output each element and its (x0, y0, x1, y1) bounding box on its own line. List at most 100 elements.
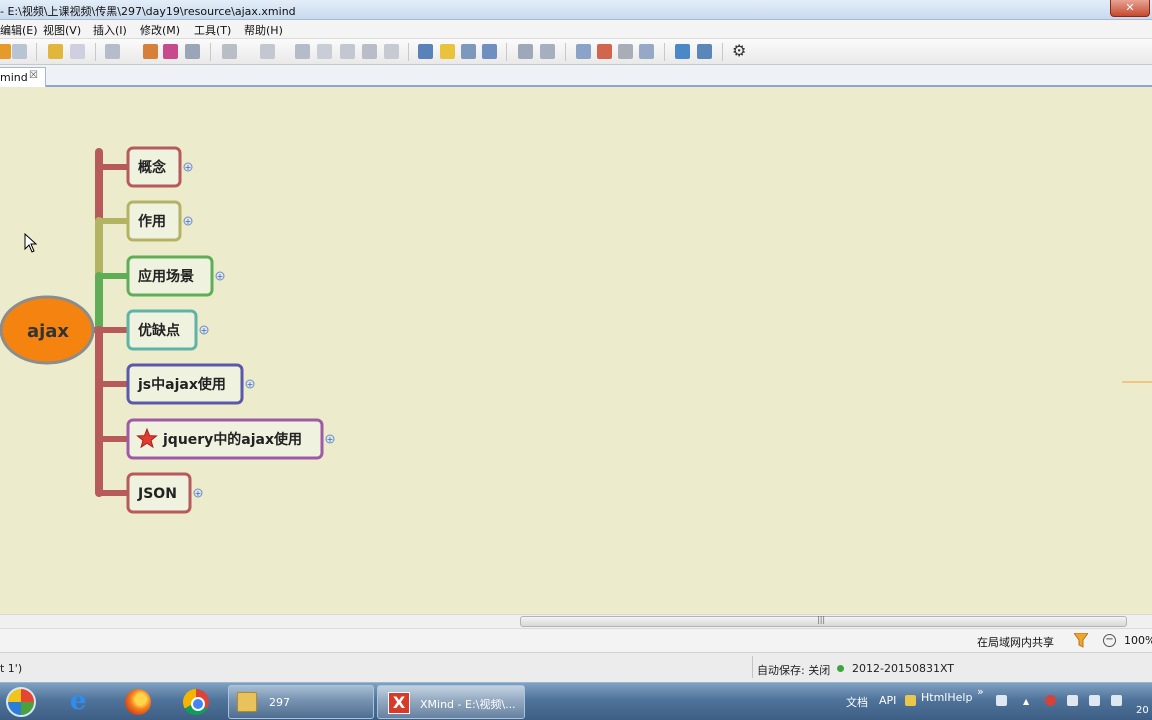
topic-label: 优缺点 (138, 322, 180, 339)
autosave-status[interactable]: 自动保存: 关闭 (757, 662, 830, 678)
topic-icon[interactable] (105, 44, 120, 59)
horizontal-scrollbar[interactable]: ||| (0, 614, 1152, 628)
clock-icon[interactable] (618, 44, 633, 59)
outline-icon[interactable] (461, 44, 476, 59)
tab-label: mind (0, 71, 28, 84)
link-icon[interactable] (295, 44, 310, 59)
title-bar: - E:\视频\上课视频\传黑\297\day19\resource\ajax.… (0, 0, 1152, 20)
filter-tool-icon[interactable] (518, 44, 533, 59)
menu-bar: 编辑(E) 视图(V) 插入(I) 修改(M) 工具(T) 帮助(H) (0, 20, 1152, 39)
tray-show-hidden[interactable]: ▲ (1023, 697, 1029, 706)
taskbar-folder-297[interactable]: 297 (228, 685, 374, 719)
htmlhelp-icon (905, 695, 916, 706)
redo-icon[interactable] (70, 44, 85, 59)
filter-icon[interactable] (1074, 633, 1088, 648)
scrollbar-thumb[interactable]: ||| (520, 615, 1127, 627)
menu-help[interactable]: 帮助(H) (244, 22, 283, 38)
topic-label: JSON (137, 486, 177, 502)
chrome-icon[interactable] (183, 689, 209, 715)
start-button[interactable] (6, 687, 36, 717)
tray-more[interactable]: » (977, 685, 984, 698)
subtopic-icon[interactable] (143, 44, 158, 59)
toolbar-separator (210, 43, 211, 61)
folder-icon (237, 692, 257, 712)
open-icon[interactable] (0, 44, 11, 59)
brainstorm-icon[interactable] (440, 44, 455, 59)
ie-icon: e (70, 686, 87, 716)
toolbar-separator (408, 43, 409, 61)
upload-icon[interactable] (675, 44, 690, 59)
status-bar: 在局域网内共享 − 100% (0, 628, 1152, 652)
image-icon[interactable] (260, 44, 275, 59)
presentation-icon[interactable] (418, 44, 433, 59)
expand-glyph: + (327, 435, 334, 444)
firefox-icon[interactable] (125, 689, 151, 715)
network-icon[interactable] (1089, 695, 1100, 706)
window-close-button[interactable]: ✕ (1110, 0, 1150, 17)
toolbar-separator (722, 43, 723, 61)
menu-tools[interactable]: 工具(T) (194, 22, 231, 38)
sheet-info: t 1') (0, 662, 23, 675)
ie-taskbar-button[interactable]: e (64, 686, 96, 718)
gear-icon[interactable]: ⚙ (732, 42, 746, 60)
menu-view[interactable]: 视图(V) (43, 22, 81, 38)
search-icon[interactable] (639, 44, 654, 59)
play-icon[interactable] (222, 44, 237, 59)
taskbar: e 297 X XMind - E:\视频\... 文档 API HtmlHel… (0, 682, 1152, 720)
tray-docs[interactable]: 文档 (846, 694, 868, 710)
menu-insert[interactable]: 插入(I) (93, 22, 127, 38)
label-icon[interactable] (384, 44, 399, 59)
toolbar-separator (664, 43, 665, 61)
share-tool-icon[interactable] (540, 44, 555, 59)
tab-ajax-xmind[interactable]: mind ☒ (0, 67, 46, 87)
note-icon[interactable] (340, 44, 355, 59)
menu-modify[interactable]: 修改(M) (140, 22, 180, 38)
undo-icon[interactable] (48, 44, 63, 59)
expand-glyph: + (201, 326, 208, 335)
security-icon[interactable] (1045, 695, 1056, 706)
version-label: 2012-20150831XT (852, 662, 955, 675)
tray-htmlhelp[interactable]: HtmlHelp (921, 691, 972, 704)
central-topic-label: ajax (27, 321, 69, 342)
taskbar-xmind[interactable]: X XMind - E:\视频\... (377, 685, 525, 719)
boundary-icon[interactable] (185, 44, 200, 59)
export-icon[interactable] (697, 44, 712, 59)
expand-glyph: + (185, 163, 192, 172)
attachment-icon[interactable] (317, 44, 332, 59)
topic-label: jquery中的ajax使用 (162, 431, 302, 448)
zoom-level: 100% (1124, 634, 1152, 647)
expand-glyph: + (217, 272, 224, 281)
menu-edit[interactable]: 编辑(E) (0, 22, 38, 38)
marker-icon[interactable] (362, 44, 377, 59)
window-icon[interactable] (576, 44, 591, 59)
mindmap-canvas[interactable]: ajax 概念 + 作用 + 应用场景 + 优缺点 + js中ajax使用 + jquery中的aja… (0, 88, 1152, 614)
tray-api[interactable]: API (879, 694, 896, 707)
mouse-cursor (24, 233, 38, 253)
drill-down-icon[interactable] (482, 44, 497, 59)
taskbar-folder-label: 297 (269, 696, 290, 709)
keyboard-icon[interactable] (996, 695, 1007, 706)
toolbar-separator (95, 43, 96, 61)
clock-time: 20 (1136, 705, 1149, 716)
expand-glyph: + (247, 380, 254, 389)
lan-share-link[interactable]: 在局域网内共享 (977, 634, 1054, 650)
relationship-icon[interactable] (163, 44, 178, 59)
window-title: - E:\视频\上课视频\传黑\297\day19\resource\ajax.… (0, 5, 296, 18)
topic-label: 应用场景 (138, 268, 194, 285)
taskbar-xmind-label: XMind - E:\视频\... (420, 698, 516, 711)
volume-icon[interactable] (1111, 695, 1122, 706)
save-icon[interactable] (12, 44, 27, 59)
info-bar: t 1') 自动保存: 关闭 2012-20150831XT (0, 652, 1152, 682)
device-icon[interactable] (1067, 695, 1078, 706)
expand-glyph: + (195, 489, 202, 498)
toolbar-separator (506, 43, 507, 61)
grip-icon: ||| (817, 615, 826, 624)
topic-label: js中ajax使用 (137, 376, 226, 393)
close-icon[interactable]: ☒ (29, 70, 38, 81)
topic-label: 概念 (138, 159, 167, 176)
toolbar: ⚙ (0, 39, 1152, 65)
mindmap-svg: ajax 概念 + 作用 + 应用场景 + 优缺点 + js中ajax使用 + jquery中的aja… (0, 146, 1152, 514)
zoom-out-button[interactable]: − (1103, 634, 1116, 647)
gantt-icon[interactable] (597, 44, 612, 59)
topic-label: 作用 (138, 213, 166, 230)
